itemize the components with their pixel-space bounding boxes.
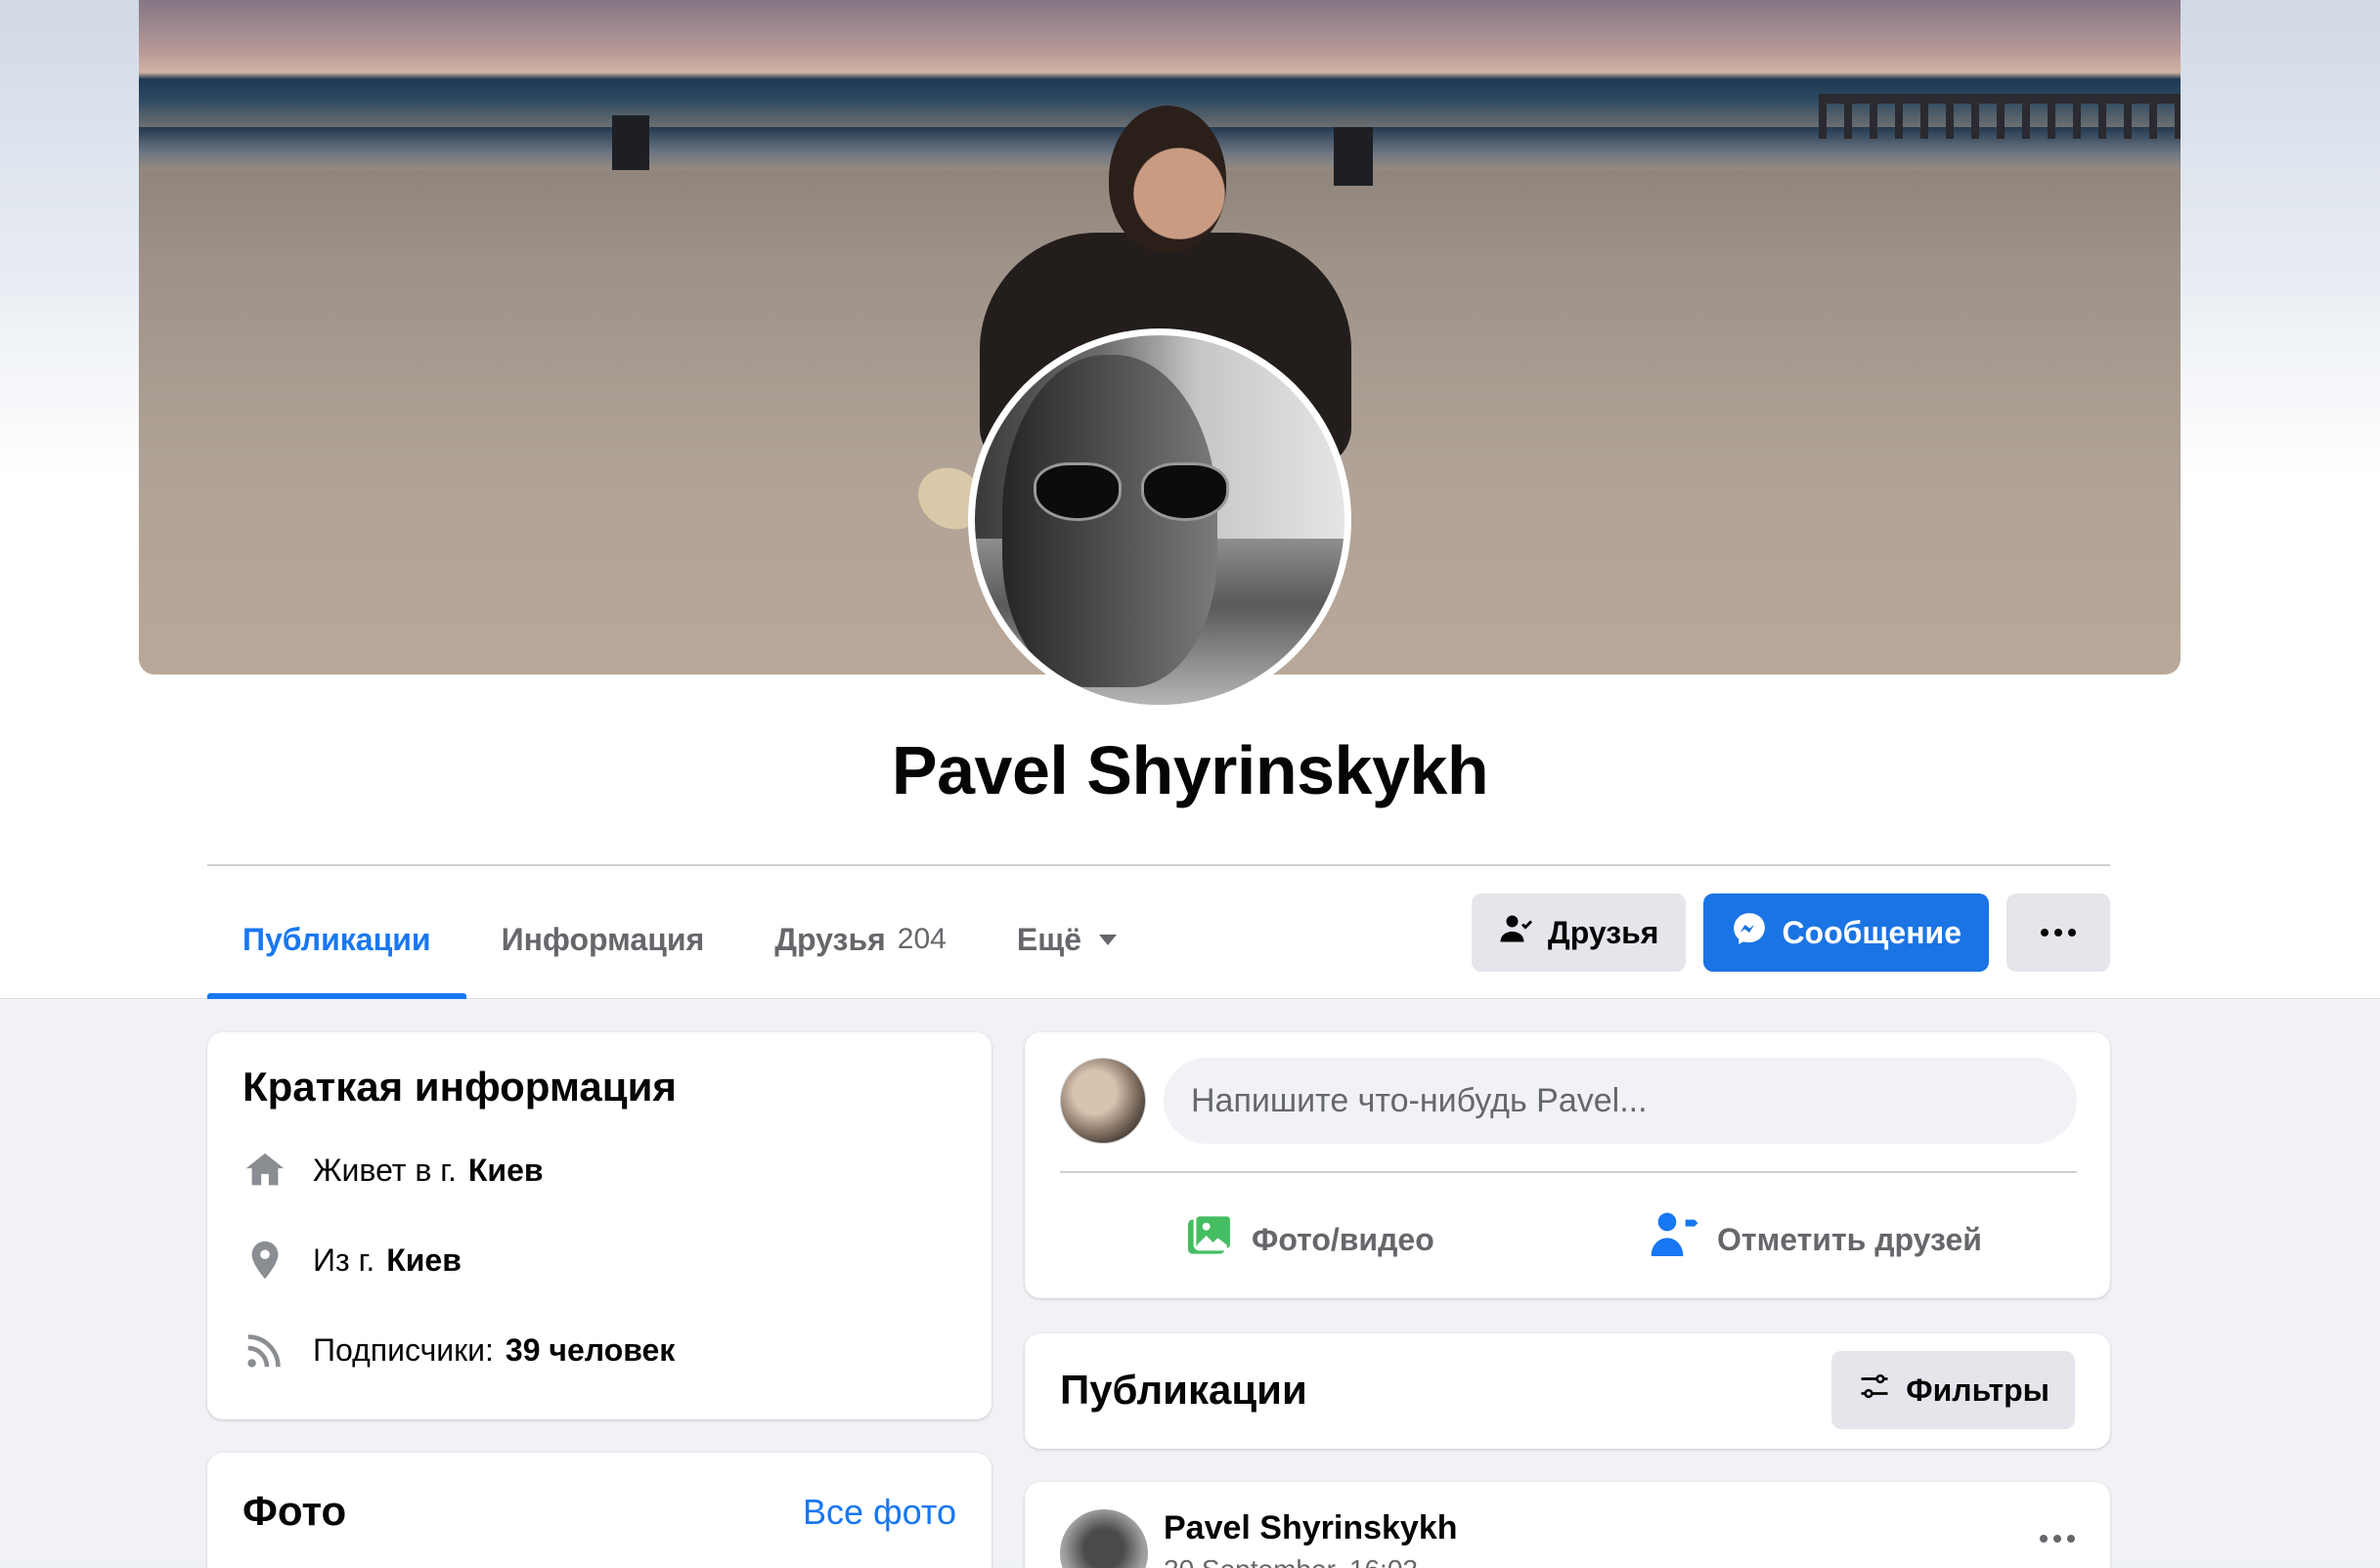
- filters-button[interactable]: Фильтры: [1831, 1351, 2075, 1429]
- photos-card: Фото Все фото: [207, 1453, 992, 1568]
- cover-pier: [1819, 94, 2181, 139]
- tab-friends[interactable]: Друзья 204: [739, 880, 982, 999]
- tab-label: Информация: [501, 921, 705, 957]
- more-options-button[interactable]: [2006, 893, 2110, 972]
- tab-label: Публикации: [242, 921, 431, 957]
- friends-button[interactable]: Друзья: [1471, 893, 1687, 972]
- followers-value[interactable]: 39 человек: [506, 1332, 675, 1369]
- photo-video-button[interactable]: Фото/видео: [1181, 1200, 1434, 1279]
- tab-label: Друзья: [774, 921, 886, 957]
- tab-posts[interactable]: Публикации: [207, 880, 466, 999]
- more-dots-icon: [2040, 1535, 2075, 1543]
- photos-title: Фото: [242, 1488, 347, 1534]
- from-city-link[interactable]: Киев: [386, 1242, 462, 1279]
- info-followers: Подписчики: 39 человек: [242, 1328, 675, 1372]
- lives-city-link[interactable]: Киев: [468, 1153, 544, 1189]
- from-prefix: Из г.: [313, 1241, 375, 1278]
- profile-name: Pavel Shyrinskykh: [891, 732, 1489, 808]
- intro-card: Краткая информация Живет в г. Киев Из г.…: [207, 1032, 992, 1419]
- avatar-face: [1002, 355, 1217, 687]
- caret-down-icon: [1098, 934, 1117, 945]
- photo-video-label: Фото/видео: [1252, 1221, 1434, 1257]
- intro-title: Краткая информация: [242, 1064, 677, 1110]
- all-photos-link[interactable]: Все фото: [803, 1492, 956, 1533]
- post-author-name[interactable]: Pavel Shyrinskykh: [1164, 1509, 1458, 1547]
- message-button-label: Сообщение: [1782, 914, 1961, 950]
- home-icon: [242, 1148, 287, 1193]
- followers-icon: [242, 1328, 287, 1372]
- more-dots-icon: [2041, 929, 2076, 936]
- tab-about[interactable]: Информация: [466, 880, 740, 999]
- tag-friends-icon: [1647, 1208, 1701, 1271]
- lives-prefix: Живет в г.: [313, 1152, 457, 1188]
- tag-friends-label: Отметить друзей: [1717, 1221, 1982, 1257]
- publications-title: Публикации: [1060, 1367, 1307, 1413]
- post-date[interactable]: 20 September, 16:02 ·: [1164, 1554, 1434, 1568]
- post-author-avatar[interactable]: [1060, 1509, 1148, 1568]
- cover-person-head: [1109, 106, 1226, 252]
- post-card: Pavel Shyrinskykh 20 September, 16:02 ·: [1025, 1482, 2110, 1568]
- composer-avatar[interactable]: [1060, 1058, 1146, 1144]
- composer-divider: [1060, 1171, 2077, 1173]
- followers-prefix: Подписчики:: [313, 1331, 494, 1368]
- profile-avatar-image: [975, 335, 1344, 705]
- tab-label: Ещё: [1016, 921, 1081, 957]
- friends-button-label: Друзья: [1547, 914, 1659, 950]
- profile-actions: Друзья Сообщение: [1471, 893, 2110, 972]
- cover-bin: [612, 115, 649, 170]
- info-from: Из г. Киев: [242, 1238, 462, 1283]
- avatar-sunglasses: [1034, 462, 1229, 521]
- filters-icon: [1857, 1369, 1892, 1412]
- messenger-icon: [1731, 910, 1768, 955]
- friends-count: 204: [897, 923, 947, 955]
- tag-friends-button[interactable]: Отметить друзей: [1647, 1200, 1982, 1279]
- header-divider: [207, 864, 2110, 866]
- photo-video-icon: [1181, 1208, 1236, 1271]
- profile-avatar[interactable]: [968, 328, 1351, 712]
- location-pin-icon: [242, 1238, 287, 1283]
- info-lives-in: Живет в г. Киев: [242, 1148, 544, 1193]
- message-button[interactable]: Сообщение: [1703, 893, 1989, 972]
- composer-input[interactable]: Напишите что-нибудь Pavel...: [1164, 1058, 2077, 1144]
- filters-label: Фильтры: [1906, 1372, 2049, 1408]
- post-composer: Напишите что-нибудь Pavel... Фото/видео …: [1025, 1032, 2110, 1298]
- post-options-button[interactable]: [2040, 1535, 2075, 1543]
- friend-check-icon: [1499, 911, 1534, 954]
- publications-header: Публикации Фильтры: [1025, 1333, 2110, 1449]
- tab-more[interactable]: Ещё: [982, 880, 1152, 999]
- profile-tabs: Публикации Информация Друзья 204 Ещё: [207, 880, 1152, 999]
